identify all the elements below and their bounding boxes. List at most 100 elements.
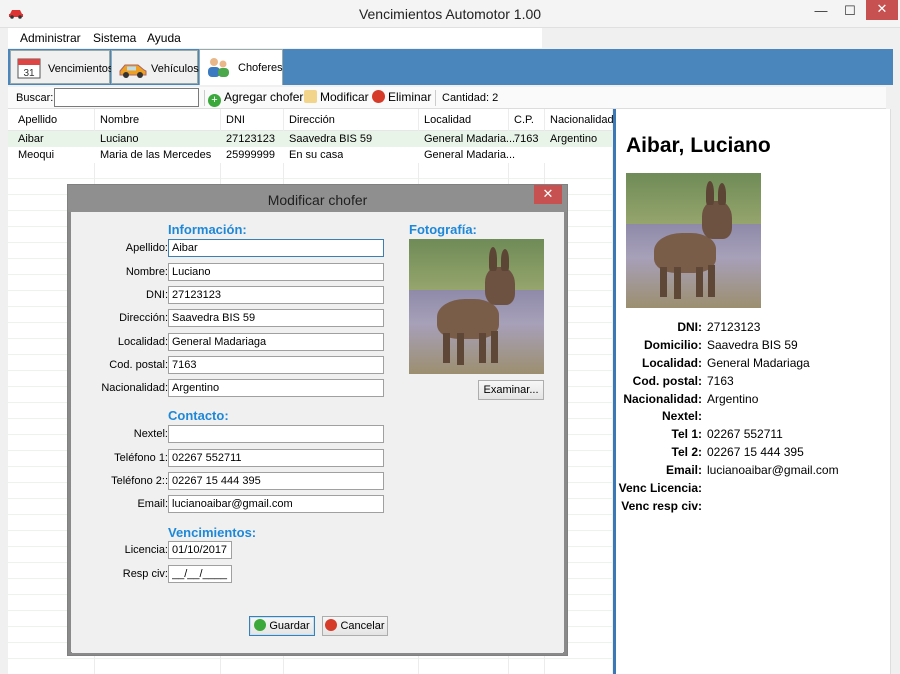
driver-name: Aibar, Luciano — [626, 134, 771, 157]
edit-driver-button[interactable]: Modificar — [304, 90, 369, 106]
cell: 25999999 — [226, 149, 275, 161]
section-photo-heading: Fotografía: — [409, 222, 477, 237]
tab-strip: 31 Vencimientos Vehículos Choferes — [8, 49, 893, 85]
cell: 7163 — [514, 133, 539, 145]
maximize-button[interactable]: ☐ — [836, 0, 864, 22]
detail-label-cod-postal: Cod. postal: — [632, 374, 702, 388]
licencia-date-input[interactable] — [168, 541, 232, 559]
detail-label-venc-licencia: Venc Licencia: — [618, 481, 702, 495]
delete-driver-button[interactable]: Eliminar — [372, 90, 431, 106]
minimize-button[interactable]: — — [807, 0, 835, 22]
nacionalidad-input[interactable] — [168, 379, 384, 397]
window-title: Vencimientos Automotor 1.00 — [358, 6, 542, 22]
cell: Saavedra BIS 59 — [289, 133, 373, 145]
col-dni[interactable]: DNI — [226, 114, 245, 126]
resp-civ-date-input[interactable] — [168, 565, 232, 583]
detail-value-tel2: 02267 15 444 395 — [707, 445, 804, 459]
detail-label-venc-resp-civ: Venc resp civ: — [621, 499, 702, 513]
detail-value-cod-postal: 7163 — [707, 374, 734, 388]
check-icon — [254, 619, 267, 631]
detail-value-tel1: 02267 552711 — [707, 427, 783, 441]
tab-choferes[interactable]: Choferes — [199, 49, 283, 85]
col-nacionalidad[interactable]: Nacionalidad — [550, 114, 614, 126]
save-label: Guardar — [269, 620, 310, 632]
toolbar: Buscar: + Agregar chofer Modificar Elimin… — [8, 87, 886, 109]
dialog-driver-photo — [409, 239, 544, 374]
cell: Maria de las Mercedes — [100, 149, 212, 161]
tab-label: Vehículos — [151, 63, 199, 75]
detail-label-email: Email: — [665, 463, 702, 477]
label-email: Email: — [137, 498, 168, 510]
label-localidad: Localidad: — [117, 336, 168, 348]
detail-value-dni: 27123123 — [707, 320, 761, 334]
cancel-button[interactable]: Cancelar — [322, 616, 388, 636]
tab-vehiculos[interactable]: Vehículos — [111, 50, 199, 84]
menu-ayuda[interactable]: Ayuda — [147, 31, 181, 45]
telefono-1-input[interactable] — [168, 449, 384, 467]
browse-photo-button[interactable]: Examinar... — [478, 380, 544, 400]
label-telefono-2: Teléfono 2:: — [111, 475, 168, 487]
cell: Meoqui — [18, 149, 55, 161]
detail-label-tel2: Tel 2: — [671, 445, 702, 459]
add-icon: + — [208, 94, 221, 107]
dialog-close-button[interactable]: ✕ — [534, 185, 562, 204]
title-bar: Vencimientos Automotor 1.00 — ☐ ✕ — [0, 0, 900, 28]
apellido-input[interactable] — [168, 239, 384, 257]
cancel-label: Cancelar — [340, 620, 385, 632]
car-icon — [119, 64, 147, 78]
col-apellido[interactable]: Apellido — [18, 114, 57, 126]
add-driver-label: Agregar chofer — [224, 90, 304, 104]
search-label: Buscar: — [16, 92, 54, 104]
tab-vencimientos[interactable]: 31 Vencimientos — [10, 50, 114, 84]
label-licencia: Licencia: — [124, 544, 168, 556]
menu-administrar[interactable]: Administrar — [20, 31, 81, 45]
menu-sistema[interactable]: Sistema — [93, 31, 136, 45]
localidad-input[interactable] — [168, 333, 384, 351]
col-localidad[interactable]: Localidad — [424, 114, 471, 126]
detail-value-nacionalidad: Argentino — [707, 392, 759, 406]
detail-label-localidad: Localidad: — [641, 356, 702, 370]
table-row[interactable]: Aibar Luciano 27123123 Saavedra BIS 59 G… — [8, 131, 612, 147]
label-nacionalidad: Nacionalidad: — [101, 382, 168, 394]
cell: 27123123 — [226, 133, 275, 145]
cell: General Madaria... — [424, 133, 516, 145]
cell: Argentino — [550, 133, 598, 145]
nombre-input[interactable] — [168, 263, 384, 281]
table-row[interactable]: Meoqui Maria de las Mercedes 25999999 En… — [8, 147, 612, 163]
detail-value-email: lucianoaibar@gmail.com — [707, 463, 839, 477]
separator — [204, 90, 205, 106]
delete-driver-label: Eliminar — [388, 90, 432, 104]
count-label: Cantidad: 2 — [442, 92, 499, 104]
cancel-icon — [325, 619, 338, 631]
search-input[interactable] — [54, 88, 199, 107]
label-apellido: Apellido: — [125, 242, 168, 254]
tab-label: Vencimientos — [48, 63, 114, 75]
dialog-title-bar: Modificar chofer ✕ — [68, 185, 567, 212]
edit-driver-dialog: Modificar chofer ✕ Información: Apellido… — [67, 184, 568, 656]
save-button[interactable]: Guardar — [249, 616, 315, 636]
add-driver-button[interactable]: + Agregar chofer — [208, 90, 304, 107]
col-direccion[interactable]: Dirección — [289, 114, 335, 126]
cod-postal-input[interactable] — [168, 356, 384, 374]
cell: Luciano — [100, 133, 139, 145]
label-direccion: Dirección: — [119, 312, 168, 324]
delete-icon — [372, 90, 385, 103]
detail-label-nextel: Nextel: — [661, 409, 702, 423]
close-button[interactable]: ✕ — [866, 0, 898, 20]
detail-label-domicilio: Domicilio: — [643, 338, 702, 352]
detail-value-localidad: General Madariaga — [707, 356, 810, 370]
email-input[interactable] — [168, 495, 384, 513]
people-icon — [208, 58, 229, 77]
dni-input[interactable] — [168, 286, 384, 304]
telefono-2-input[interactable] — [168, 472, 384, 490]
app-window: Vencimientos Automotor 1.00 — ☐ ✕ Admini… — [0, 0, 900, 674]
col-nombre[interactable]: Nombre — [100, 114, 139, 126]
driver-details-panel: Aibar, Luciano DNI: 27123123 Domicilio: … — [616, 109, 890, 674]
detail-value-domicilio: Saavedra BIS 59 — [707, 338, 798, 352]
col-cp[interactable]: C.P. — [514, 114, 534, 126]
separator — [435, 90, 436, 106]
nextel-input[interactable] — [168, 425, 384, 443]
tab-label: Choferes — [238, 62, 283, 74]
dialog-body: Información: Apellido: Nombre: DNI: Dire… — [72, 212, 563, 653]
direccion-input[interactable] — [168, 309, 384, 327]
